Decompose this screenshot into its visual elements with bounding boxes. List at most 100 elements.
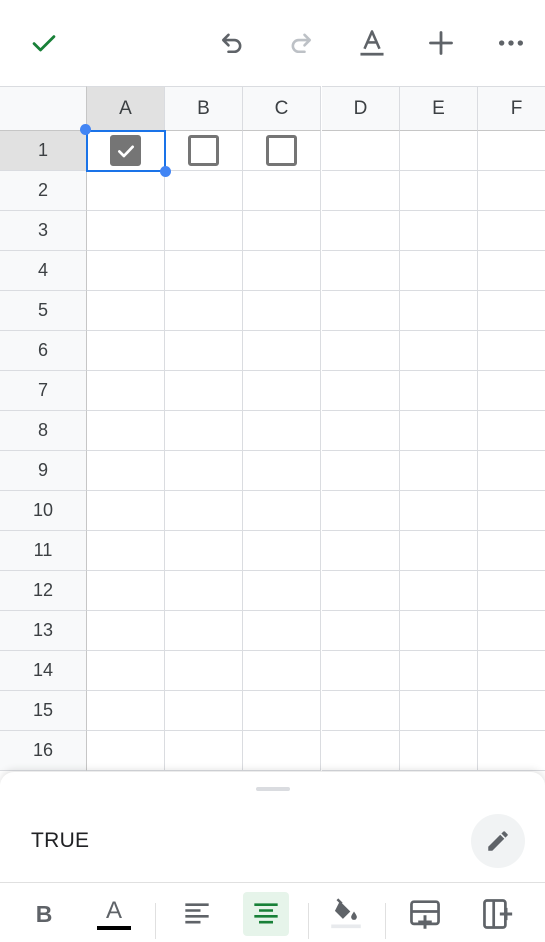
cell-d14[interactable] (322, 651, 400, 691)
cell-b12[interactable] (165, 571, 243, 611)
cell-a3[interactable] (87, 211, 165, 251)
cell-d5[interactable] (322, 291, 400, 331)
cell-e1[interactable] (400, 131, 478, 171)
cell-b16[interactable] (165, 731, 243, 771)
cell-c1[interactable] (243, 131, 321, 171)
cell-e9[interactable] (400, 451, 478, 491)
cell-a12[interactable] (87, 571, 165, 611)
cell-b10[interactable] (165, 491, 243, 531)
cell-c7[interactable] (243, 371, 321, 411)
cell-c2[interactable] (243, 171, 321, 211)
cell-e12[interactable] (400, 571, 478, 611)
cell-c14[interactable] (243, 651, 321, 691)
selection-handle-top-left[interactable] (80, 124, 91, 135)
row-header-2[interactable]: 2 (0, 171, 87, 211)
cell-e4[interactable] (400, 251, 478, 291)
cell-f1[interactable] (478, 131, 545, 171)
text-color-button[interactable]: A (91, 892, 137, 936)
cell-b13[interactable] (165, 611, 243, 651)
cell-b15[interactable] (165, 691, 243, 731)
drag-handle[interactable] (256, 787, 290, 791)
cell-a15[interactable] (87, 691, 165, 731)
cell-b6[interactable] (165, 331, 243, 371)
cell-c10[interactable] (243, 491, 321, 531)
cell-e6[interactable] (400, 331, 478, 371)
cell-a6[interactable] (87, 331, 165, 371)
cell-a4[interactable] (87, 251, 165, 291)
row-header-6[interactable]: 6 (0, 331, 87, 371)
checkbox-checked[interactable] (110, 135, 141, 166)
cell-a10[interactable] (87, 491, 165, 531)
cell-c12[interactable] (243, 571, 321, 611)
column-header-f[interactable]: F (478, 86, 545, 131)
row-header-10[interactable]: 10 (0, 491, 87, 531)
column-header-b[interactable]: B (165, 86, 243, 131)
cell-e7[interactable] (400, 371, 478, 411)
row-header-7[interactable]: 7 (0, 371, 87, 411)
cell-b8[interactable] (165, 411, 243, 451)
cell-a9[interactable] (87, 451, 165, 491)
row-header-5[interactable]: 5 (0, 291, 87, 331)
bold-button[interactable]: B (21, 892, 67, 936)
insert-column-button[interactable] (475, 892, 521, 936)
cell-e10[interactable] (400, 491, 478, 531)
row-header-4[interactable]: 4 (0, 251, 87, 291)
cell-b2[interactable] (165, 171, 243, 211)
cell-f13[interactable] (478, 611, 545, 651)
cell-f7[interactable] (478, 371, 545, 411)
cell-e15[interactable] (400, 691, 478, 731)
row-header-11[interactable]: 11 (0, 531, 87, 571)
cell-b7[interactable] (165, 371, 243, 411)
cell-f9[interactable] (478, 451, 545, 491)
cell-e5[interactable] (400, 291, 478, 331)
cell-d10[interactable] (322, 491, 400, 531)
cell-f2[interactable] (478, 171, 545, 211)
more-options-icon[interactable] (491, 23, 531, 63)
cell-f16[interactable] (478, 731, 545, 771)
column-header-d[interactable]: D (322, 86, 400, 131)
fill-color-button[interactable] (323, 892, 369, 936)
row-header-3[interactable]: 3 (0, 211, 87, 251)
text-format-icon[interactable] (352, 23, 392, 63)
cell-d13[interactable] (322, 611, 400, 651)
cell-f12[interactable] (478, 571, 545, 611)
cell-a2[interactable] (87, 171, 165, 211)
cell-c11[interactable] (243, 531, 321, 571)
cell-f5[interactable] (478, 291, 545, 331)
cell-b11[interactable] (165, 531, 243, 571)
cell-a1[interactable] (87, 131, 165, 171)
cell-a8[interactable] (87, 411, 165, 451)
cell-d4[interactable] (322, 251, 400, 291)
row-header-15[interactable]: 15 (0, 691, 87, 731)
cell-f6[interactable] (478, 331, 545, 371)
cell-d3[interactable] (322, 211, 400, 251)
cell-a7[interactable] (87, 371, 165, 411)
cell-b9[interactable] (165, 451, 243, 491)
cell-d2[interactable] (322, 171, 400, 211)
cell-a16[interactable] (87, 731, 165, 771)
cell-f11[interactable] (478, 531, 545, 571)
row-header-13[interactable]: 13 (0, 611, 87, 651)
cell-f15[interactable] (478, 691, 545, 731)
cell-d15[interactable] (322, 691, 400, 731)
cell-b5[interactable] (165, 291, 243, 331)
cell-d1[interactable] (322, 131, 400, 171)
cell-b1[interactable] (165, 131, 243, 171)
cell-a5[interactable] (87, 291, 165, 331)
align-center-button[interactable] (243, 892, 289, 936)
row-header-8[interactable]: 8 (0, 411, 87, 451)
column-header-a[interactable]: A (87, 86, 165, 131)
row-header-16[interactable]: 16 (0, 731, 87, 771)
column-header-e[interactable]: E (400, 86, 478, 131)
cell-a11[interactable] (87, 531, 165, 571)
insert-row-button[interactable] (402, 892, 448, 936)
align-left-button[interactable] (174, 892, 220, 936)
cell-c9[interactable] (243, 451, 321, 491)
cell-c8[interactable] (243, 411, 321, 451)
row-header-14[interactable]: 14 (0, 651, 87, 691)
cell-e14[interactable] (400, 651, 478, 691)
row-header-1[interactable]: 1 (0, 131, 87, 171)
cell-d8[interactable] (322, 411, 400, 451)
cell-d9[interactable] (322, 451, 400, 491)
cell-c3[interactable] (243, 211, 321, 251)
